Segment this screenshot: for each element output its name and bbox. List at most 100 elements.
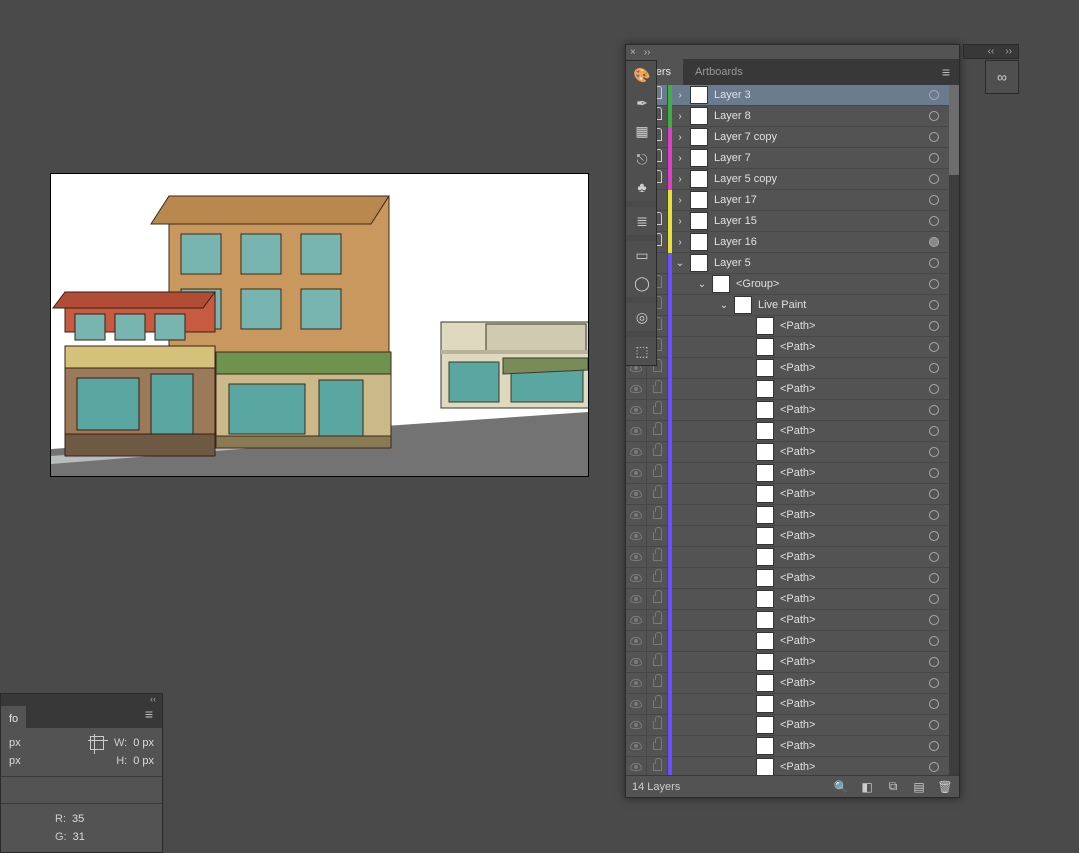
layer-name[interactable]: <Path> — [776, 677, 919, 689]
lock-toggle[interactable] — [647, 547, 668, 568]
layer-row[interactable]: ›Layer 5 copy — [626, 169, 949, 190]
visibility-toggle[interactable] — [626, 757, 647, 776]
target-indicator[interactable] — [919, 720, 949, 730]
layer-name[interactable]: <Path> — [776, 635, 919, 647]
layer-row[interactable]: ›Layer 3 — [626, 85, 949, 106]
layer-row[interactable]: › Layer 17 — [626, 190, 949, 211]
lock-toggle[interactable] — [647, 400, 668, 421]
layer-thumbnail[interactable] — [756, 422, 774, 440]
layer-row[interactable]: <Path> — [626, 358, 949, 379]
layer-thumbnail[interactable] — [756, 506, 774, 524]
visibility-toggle[interactable] — [626, 715, 647, 736]
disclosure-triangle[interactable] — [738, 463, 754, 484]
disclosure-triangle[interactable] — [738, 694, 754, 715]
visibility-toggle[interactable] — [626, 673, 647, 694]
collapse-icon[interactable]: ›› — [644, 47, 651, 58]
visibility-toggle[interactable] — [626, 484, 647, 505]
dock-icon[interactable]: ♣ — [626, 173, 658, 201]
layer-thumbnail[interactable] — [756, 590, 774, 608]
layer-name[interactable]: <Path> — [776, 740, 919, 752]
layer-name[interactable]: <Path> — [776, 698, 919, 710]
layer-row[interactable]: <Path> — [626, 694, 949, 715]
layer-thumbnail[interactable] — [756, 464, 774, 482]
target-indicator[interactable] — [919, 195, 949, 205]
layer-name[interactable]: <Path> — [776, 761, 919, 773]
layer-thumbnail[interactable] — [756, 317, 774, 335]
lock-toggle[interactable] — [647, 610, 668, 631]
layer-name[interactable]: <Path> — [776, 425, 919, 437]
disclosure-triangle[interactable] — [738, 757, 754, 776]
target-indicator[interactable] — [919, 489, 949, 499]
dock-icon[interactable]: ✒ — [626, 89, 658, 117]
layer-row[interactable]: <Path> — [626, 421, 949, 442]
layer-thumbnail[interactable] — [690, 233, 708, 251]
layer-thumbnail[interactable] — [756, 548, 774, 566]
dock-icon[interactable]: ⬚ — [626, 337, 658, 365]
disclosure-triangle[interactable]: ⌄ — [716, 295, 732, 316]
target-indicator[interactable] — [919, 132, 949, 142]
layer-thumbnail[interactable] — [756, 674, 774, 692]
target-indicator[interactable] — [919, 216, 949, 226]
layer-thumbnail[interactable] — [690, 212, 708, 230]
layer-name[interactable]: Layer 17 — [710, 194, 919, 206]
target-indicator[interactable] — [919, 384, 949, 394]
layer-thumbnail[interactable] — [756, 359, 774, 377]
disclosure-triangle[interactable] — [738, 736, 754, 757]
layers-scrollbar[interactable] — [949, 85, 959, 775]
visibility-toggle[interactable] — [626, 736, 647, 757]
target-indicator[interactable] — [919, 573, 949, 583]
dock-icon[interactable]: ▭ — [626, 241, 658, 269]
visibility-toggle[interactable] — [626, 400, 647, 421]
disclosure-triangle[interactable]: › — [672, 127, 688, 148]
visibility-toggle[interactable] — [626, 505, 647, 526]
visibility-toggle[interactable] — [626, 526, 647, 547]
layer-name[interactable]: <Path> — [776, 467, 919, 479]
visibility-toggle[interactable] — [626, 652, 647, 673]
layer-name[interactable]: <Path> — [776, 572, 919, 584]
lock-toggle[interactable] — [647, 652, 668, 673]
layer-name[interactable]: Layer 15 — [710, 215, 919, 227]
layer-thumbnail[interactable] — [756, 401, 774, 419]
layer-name[interactable]: <Path> — [776, 446, 919, 458]
layer-name[interactable]: <Path> — [776, 530, 919, 542]
panel-titlebar[interactable]: × ›› — [626, 45, 959, 59]
lock-toggle[interactable] — [647, 757, 668, 776]
layer-thumbnail[interactable] — [756, 485, 774, 503]
layer-name[interactable]: Layer 3 — [710, 89, 919, 101]
layer-name[interactable]: Layer 5 — [710, 257, 919, 269]
target-indicator[interactable] — [919, 741, 949, 751]
layer-thumbnail[interactable] — [690, 128, 708, 146]
target-indicator[interactable] — [919, 468, 949, 478]
layer-thumbnail[interactable] — [690, 191, 708, 209]
disclosure-triangle[interactable] — [738, 505, 754, 526]
layer-row[interactable]: <Path> — [626, 610, 949, 631]
disclosure-triangle[interactable] — [738, 484, 754, 505]
layer-row[interactable]: <Path> — [626, 337, 949, 358]
dock-collapse-bar[interactable]: ‹‹ ›› — [963, 44, 1019, 59]
disclosure-triangle[interactable]: › — [672, 190, 688, 211]
target-indicator[interactable] — [919, 426, 949, 436]
layer-row[interactable]: <Path> — [626, 652, 949, 673]
lock-toggle[interactable] — [647, 379, 668, 400]
layer-thumbnail[interactable] — [690, 86, 708, 104]
layer-thumbnail[interactable] — [756, 569, 774, 587]
layer-row[interactable]: <Path> — [626, 715, 949, 736]
info-collapse-bar[interactable]: ‹‹ — [1, 694, 162, 706]
target-indicator[interactable] — [919, 510, 949, 520]
layer-name[interactable]: <Path> — [776, 614, 919, 626]
disclosure-triangle[interactable]: › — [672, 211, 688, 232]
layer-thumbnail[interactable] — [756, 695, 774, 713]
visibility-toggle[interactable] — [626, 694, 647, 715]
layer-row[interactable]: <Path> — [626, 673, 949, 694]
layer-thumbnail[interactable] — [756, 443, 774, 461]
disclosure-triangle[interactable] — [738, 337, 754, 358]
layer-row[interactable]: <Path> — [626, 736, 949, 757]
disclosure-triangle[interactable] — [738, 379, 754, 400]
lock-toggle[interactable] — [647, 631, 668, 652]
lock-toggle[interactable] — [647, 484, 668, 505]
layer-row[interactable]: › Layer 15 — [626, 211, 949, 232]
artboard-canvas[interactable] — [50, 173, 589, 477]
dock-icon[interactable]: ◯ — [626, 269, 658, 297]
lock-toggle[interactable] — [647, 463, 668, 484]
layer-name[interactable]: <Path> — [776, 383, 919, 395]
